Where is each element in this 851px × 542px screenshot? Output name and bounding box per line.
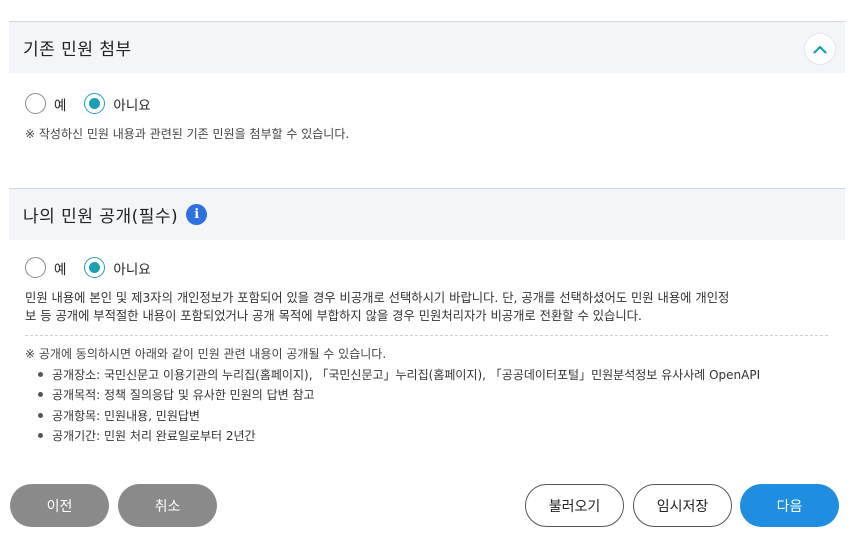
dashed-divider — [25, 335, 828, 336]
radio-dot — [89, 98, 101, 109]
bullet-icon — [38, 392, 43, 398]
radio-attach-yes[interactable] — [25, 93, 46, 114]
list-item: 공개목적: 정책 질의응답 및 유사한 민원의 답변 참고 — [38, 385, 760, 406]
radio-attach-no[interactable] — [84, 93, 106, 114]
chevron-up-icon — [813, 45, 827, 54]
radio-option-attach-no[interactable]: 아니요 — [84, 93, 151, 114]
radio-option-disclosure-no[interactable]: 아니요 — [84, 257, 151, 278]
temp-save-button[interactable]: 임시저장 — [633, 484, 732, 527]
list-item-text: 공개기간: 민원 처리 완료일로부터 2년간 — [52, 429, 256, 444]
list-item: 공개기간: 민원 처리 완료일로부터 2년간 — [38, 426, 760, 447]
radio-label: 예 — [54, 261, 67, 278]
radio-group-disclosure: 예 아니요 — [25, 257, 169, 278]
attach-note: ※ 작성하신 민원 내용과 관련된 기존 민원을 첨부할 수 있습니다. — [25, 127, 350, 141]
list-item: 공개장소: 국민신문고 이용기관의 누리집(홈페이지), 「국민신문고」누리집(… — [38, 364, 760, 385]
collapse-button[interactable] — [804, 33, 836, 65]
disclosure-description: 민원 내용에 본인 및 제3자의 개인정보가 포함되어 있을 경우 비공개로 선… — [25, 289, 830, 325]
radio-label: 아니요 — [113, 97, 151, 114]
info-icon[interactable]: i — [186, 204, 208, 225]
list-item-text: 공개장소: 국민신문고 이용기관의 누리집(홈페이지), 「국민신문고」누리집(… — [52, 367, 761, 382]
cancel-button[interactable]: 취소 — [118, 484, 217, 527]
bullet-icon — [38, 371, 43, 377]
description-line: 보 등 공개에 부적절한 내용이 포함되었거나 공개 목적에 부합하지 않을 경… — [25, 309, 642, 323]
radio-dot — [89, 262, 101, 273]
radio-group-attach: 예 아니요 — [25, 93, 169, 114]
section-header-disclosure: 나의 민원 공개(필수) i — [9, 188, 845, 240]
section-header-attach: 기존 민원 첨부 — [9, 21, 845, 73]
disclosure-bullet-list: 공개장소: 국민신문고 이용기관의 누리집(홈페이지), 「국민신문고」누리집(… — [38, 364, 760, 446]
prev-button[interactable]: 이전 — [10, 484, 109, 527]
list-item-text: 공개항목: 민원내용, 민원답변 — [52, 408, 200, 423]
radio-disclosure-yes[interactable] — [25, 257, 46, 278]
disclosure-note: ※ 공개에 동의하시면 아래와 같이 민원 관련 내용이 공개될 수 있습니다. — [25, 347, 387, 361]
bullet-icon — [38, 433, 43, 439]
list-item: 공개항목: 민원내용, 민원답변 — [38, 405, 760, 426]
description-line: 민원 내용에 본인 및 제3자의 개인정보가 포함되어 있을 경우 비공개로 선… — [25, 291, 730, 305]
radio-option-attach-yes[interactable]: 예 — [25, 93, 66, 114]
radio-label: 예 — [54, 97, 67, 114]
section-title-attach: 기존 민원 첨부 — [23, 40, 132, 60]
bullet-icon — [38, 412, 43, 418]
radio-disclosure-no[interactable] — [84, 257, 106, 278]
radio-option-disclosure-yes[interactable]: 예 — [25, 257, 66, 278]
radio-label: 아니요 — [113, 261, 151, 278]
list-item-text: 공개목적: 정책 질의응답 및 유사한 민원의 답변 참고 — [52, 388, 315, 403]
load-button[interactable]: 불러오기 — [525, 484, 624, 527]
next-button[interactable]: 다음 — [740, 484, 839, 527]
section-title-disclosure: 나의 민원 공개(필수) — [23, 207, 179, 227]
